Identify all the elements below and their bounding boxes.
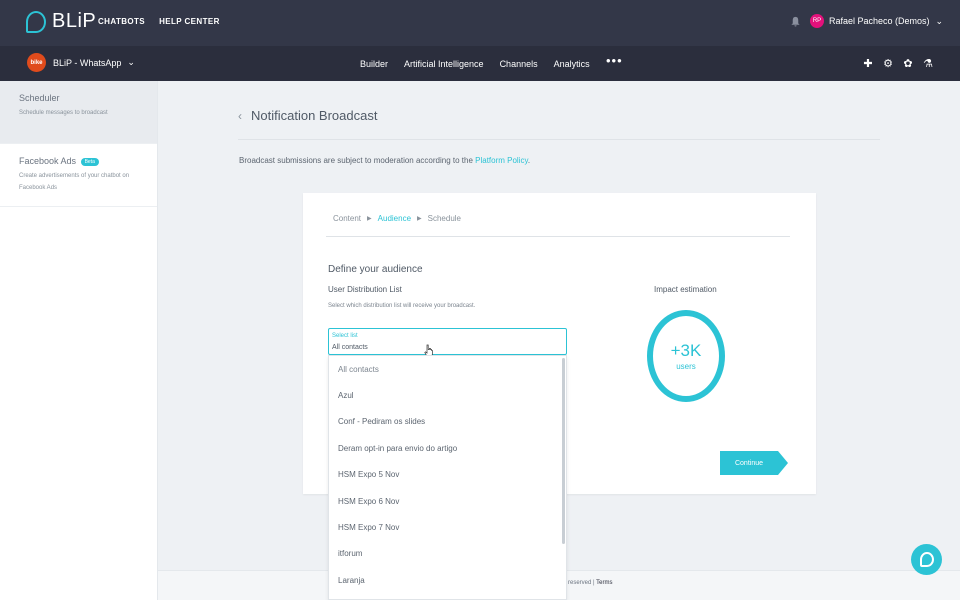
nav-analytics[interactable]: Analytics <box>554 59 590 69</box>
platform-policy-link[interactable]: Platform Policy <box>475 156 528 165</box>
sidebar-item-title: Scheduler <box>19 93 60 103</box>
moderation-text: Broadcast submissions are subject to mod… <box>239 156 476 165</box>
avatar: RP <box>810 14 824 28</box>
list-item[interactable]: HSM Expo 6 Nov <box>329 488 566 514</box>
step-schedule[interactable]: Schedule <box>428 214 461 223</box>
blip-logo[interactable]: BLiP <box>26 10 96 33</box>
chevron-left-icon[interactable]: ‹ <box>238 109 242 123</box>
team-icon[interactable]: ✿ <box>902 57 914 70</box>
step-audience[interactable]: Audience <box>378 214 411 223</box>
nav-builder[interactable]: Builder <box>360 59 388 69</box>
list-description: Select which distribution list will rece… <box>328 303 476 309</box>
impact-value: +3K <box>670 341 702 360</box>
main-nav: Builder Artificial Intelligence Channels… <box>360 59 590 69</box>
sidebar: Scheduler Schedule messages to broadcast… <box>0 81 158 600</box>
list-item[interactable]: Deram opt-in para envio do artigo <box>329 435 566 461</box>
bot-name: BLiP - WhatsApp <box>53 57 122 68</box>
beta-badge: Beta <box>80 157 99 166</box>
sidebar-item-desc: Create advertisements of your chatbot on… <box>19 173 130 191</box>
bot-bar: bike BLiP - WhatsApp ⌄ Builder Artificia… <box>0 46 960 81</box>
continue-button-arrow[interactable] <box>778 451 788 475</box>
terms-link[interactable]: Terms <box>596 580 612 586</box>
user-menu[interactable]: RP Rafael Pacheco (Demos) ⌄ <box>810 14 943 28</box>
footer-text: reserved | Terms <box>568 580 612 586</box>
moderation-end: . <box>527 156 531 165</box>
more-icon[interactable]: ••• <box>606 53 623 68</box>
bot-selector[interactable]: bike BLiP - WhatsApp ⌄ <box>27 53 135 72</box>
puzzle-icon[interactable]: ✚ <box>862 57 874 70</box>
chevron-down-icon: ⌄ <box>127 57 135 67</box>
impact-ring: +3K users <box>647 310 725 402</box>
tool-icons: ✚ ⚙ ✿ ⚗ <box>862 57 934 70</box>
impact-unit: users <box>676 362 696 371</box>
chat-bubble-icon <box>919 552 934 567</box>
continue-button[interactable]: Continue <box>720 451 778 475</box>
page-title: Notification Broadcast <box>251 108 378 123</box>
list-item[interactable]: All contacts <box>329 356 566 382</box>
section-heading: Define your audience <box>328 264 423 275</box>
top-nav: CHATBOTS HELP CENTER <box>98 17 220 26</box>
arrow-right-icon: ▶ <box>367 216 372 222</box>
list-item[interactable]: Conf - Pediram os slides <box>329 409 566 435</box>
divider <box>238 139 880 140</box>
blip-logo-icon <box>26 10 46 33</box>
chat-button[interactable] <box>911 544 942 575</box>
sidebar-item-desc: Schedule messages to broadcast <box>19 110 108 116</box>
dropdown-scrollbar[interactable] <box>562 358 565 544</box>
list-item[interactable]: HSM Expo 7 Nov <box>329 514 566 540</box>
sidebar-item-title: Facebook Ads Beta <box>19 156 138 166</box>
bell-icon[interactable] <box>790 16 801 27</box>
select-value: All contacts <box>332 344 368 351</box>
distribution-list-select[interactable]: Select list All contacts <box>328 328 567 357</box>
divider <box>326 236 790 237</box>
impact-label: Impact estimation <box>654 285 717 294</box>
step-content[interactable]: Content <box>333 214 361 223</box>
gear-icon[interactable]: ⚙ <box>882 57 894 70</box>
select-label: Select list <box>332 333 358 339</box>
moderation-notice: Broadcast submissions are subject to mod… <box>239 156 530 165</box>
flask-icon[interactable]: ⚗ <box>922 57 934 70</box>
bot-avatar: bike <box>27 53 46 72</box>
distribution-list-dropdown: All contacts Azul Conf - Pediram os slid… <box>328 355 567 600</box>
sidebar-item-scheduler[interactable]: Scheduler Schedule messages to broadcast <box>0 81 157 144</box>
nav-help-center[interactable]: HELP CENTER <box>159 17 220 26</box>
footer-copy: reserved | <box>568 580 597 586</box>
list-item[interactable]: Laranja <box>329 567 566 593</box>
list-item[interactable]: itforum <box>329 541 566 567</box>
nav-chatbots[interactable]: CHATBOTS <box>98 17 145 26</box>
chevron-down-icon: ⌄ <box>935 15 944 26</box>
list-item[interactable]: HSM Expo 5 Nov <box>329 462 566 488</box>
sidebar-item-facebook-ads[interactable]: Facebook Ads Beta Create advertisements … <box>0 144 157 207</box>
list-title: User Distribution List <box>328 285 402 294</box>
list-item[interactable]: Azul <box>329 382 566 408</box>
sidebar-item-label: Facebook Ads <box>19 156 77 166</box>
step-indicator: Content ▶ Audience ▶ Schedule <box>333 214 461 223</box>
nav-artificial-intelligence[interactable]: Artificial Intelligence <box>404 59 484 69</box>
top-bar: BLiP CHATBOTS HELP CENTER RP Rafael Pach… <box>0 0 960 46</box>
arrow-right-icon: ▶ <box>417 216 422 222</box>
logo-text: BLiP <box>52 10 97 32</box>
nav-channels[interactable]: Channels <box>500 59 538 69</box>
page-header: ‹ Notification Broadcast <box>238 108 377 123</box>
user-name: Rafael Pacheco (Demos) <box>829 16 930 26</box>
